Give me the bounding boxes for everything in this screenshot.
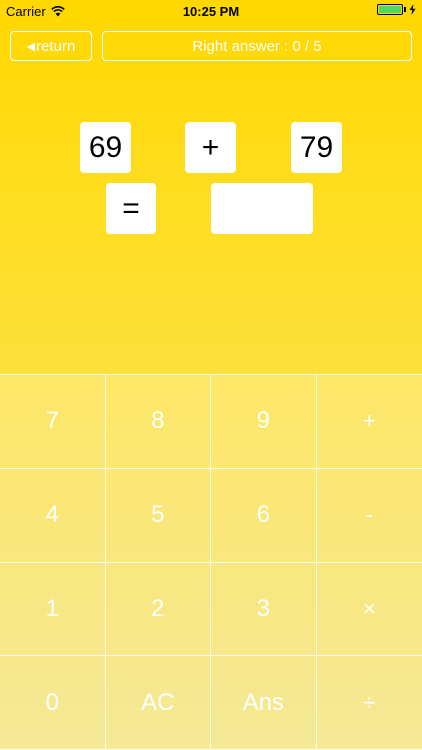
key-answer[interactable]: Ans [211, 656, 317, 750]
key-6[interactable]: 6 [211, 468, 317, 563]
key-1[interactable]: 1 [0, 562, 106, 657]
equals-box: = [106, 183, 156, 234]
left-operand-box: 69 [80, 122, 131, 173]
key-plus[interactable]: + [316, 375, 422, 469]
score-display: Right answer : 0 / 5 [102, 31, 412, 61]
key-8[interactable]: 8 [105, 375, 211, 469]
key-clear[interactable]: AC [105, 656, 211, 750]
battery-fill [379, 6, 401, 13]
charging-bolt-icon [409, 4, 416, 15]
left-triangle-icon: ◀ [26, 40, 36, 53]
operator-box: + [185, 122, 236, 173]
key-9[interactable]: 9 [211, 375, 317, 469]
right-operand: 79 [299, 130, 334, 164]
key-5[interactable]: 5 [105, 468, 211, 563]
score-text: Right answer : 0 / 5 [192, 37, 322, 55]
battery-icon [377, 4, 403, 15]
battery-nub [404, 7, 406, 12]
operator: + [201, 130, 220, 164]
key-2[interactable]: 2 [105, 562, 211, 657]
key-4[interactable]: 4 [0, 468, 106, 563]
key-7[interactable]: 7 [0, 375, 106, 469]
left-operand: 69 [88, 130, 123, 164]
key-minus[interactable]: - [316, 468, 422, 563]
answer-field[interactable] [211, 183, 313, 234]
key-0[interactable]: 0 [0, 656, 106, 750]
status-bar: Carrier 10:25 PM [0, 0, 422, 22]
key-3[interactable]: 3 [211, 562, 317, 657]
return-label: return [36, 37, 76, 55]
return-button[interactable]: ◀ return [10, 31, 92, 61]
key-divide[interactable]: ÷ [316, 656, 422, 750]
keypad: 7 8 9 + 4 5 6 - 1 2 3 × 0 AC Ans ÷ [0, 374, 422, 750]
status-right [377, 4, 416, 15]
equals-sign: = [122, 191, 140, 225]
key-multiply[interactable]: × [316, 562, 422, 657]
right-operand-box: 79 [291, 122, 342, 173]
status-time: 10:25 PM [182, 4, 240, 19]
